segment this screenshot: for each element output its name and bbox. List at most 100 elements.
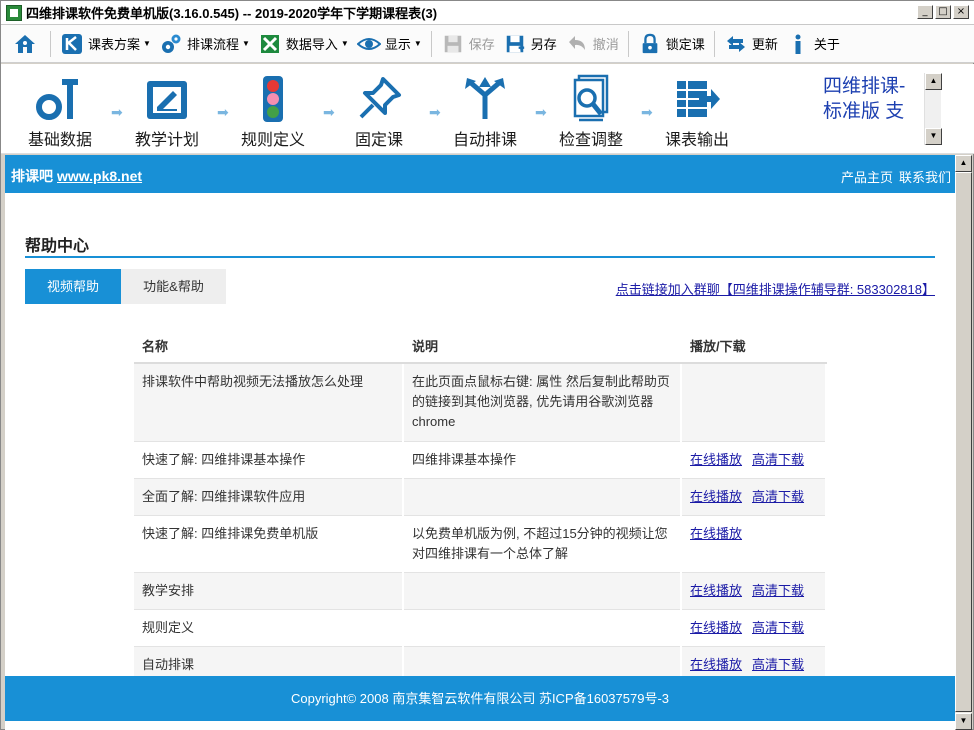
workflow-step-auto-schedule[interactable]: 自动排课 [440, 74, 530, 150]
toolbar-separator [50, 30, 51, 57]
workflow-step-fixed-lesson[interactable]: 固定课 [334, 74, 424, 150]
video-name: 规则定义 [134, 609, 404, 647]
hd-download-link[interactable]: 高清下载 [752, 489, 804, 504]
workflow-step-check-adjust[interactable]: 检查调整 [546, 74, 636, 150]
hd-download-link[interactable]: 高清下载 [752, 657, 804, 672]
play-online-link[interactable]: 在线播放 [690, 657, 742, 672]
video-actions: 在线播放 高清下载 [681, 572, 827, 610]
close-button[interactable]: × [953, 5, 969, 19]
scheduling-flow-label: 排课流程 [186, 37, 239, 52]
play-online-link[interactable]: 在线播放 [690, 526, 742, 541]
column-header: 名称 [134, 329, 404, 364]
video-name: 排课软件中帮助视频无法播放怎么处理 [134, 363, 404, 442]
undo-button[interactable]: 撤消 [561, 29, 623, 59]
video-name: 快速了解: 四维排课基本操作 [134, 441, 404, 479]
arrow-right-icon: ➡ [535, 104, 547, 120]
video-name: 全面了解: 四维排课软件应用 [134, 478, 404, 516]
workflow-step-rule-definition[interactable]: 规则定义 [228, 74, 318, 150]
video-actions: 在线播放 高清下载 [681, 478, 827, 516]
minimize-button[interactable]: _ [917, 5, 933, 19]
video-description [403, 572, 682, 610]
home-button[interactable] [9, 29, 45, 59]
save-label: 保存 [468, 37, 495, 52]
toolbar-separator [627, 30, 629, 57]
data-import-label: 数据导入 [285, 37, 338, 52]
workflow-step-label: 基础数据 [27, 132, 92, 149]
eye-icon [356, 32, 381, 56]
scroll-up-button[interactable]: ▲ [955, 155, 972, 172]
video-description: 四维排课基本操作 [403, 441, 682, 479]
title-divider [25, 256, 935, 258]
play-online-link[interactable]: 在线播放 [690, 620, 742, 635]
gears-icon [159, 32, 183, 56]
window-controls: _ □ × [917, 5, 969, 19]
video-actions: 在线播放 [681, 515, 827, 573]
hd-download-link[interactable]: 高清下载 [752, 620, 804, 635]
workflow-step-teaching-plan[interactable]: 教学计划 [122, 74, 212, 150]
maximize-button[interactable]: □ [935, 5, 951, 19]
video-name: 快速了解: 四维排课免费单机版 [134, 515, 404, 573]
contact-us-link[interactable]: 联系我们 [899, 170, 951, 185]
table-row: 教学安排 在线播放 高清下载 [134, 572, 827, 610]
schedule-plan-menu[interactable]: 课表方案 ▼ [56, 29, 155, 59]
display-menu[interactable]: 显示 ▼ [353, 29, 426, 59]
workflow-step-timetable-output[interactable]: 课表输出 [652, 74, 742, 150]
browser-bottom-area [5, 721, 955, 730]
play-online-link[interactable]: 在线播放 [690, 583, 742, 598]
home-icon [13, 32, 37, 56]
browser-scrollbar[interactable]: ▲ ▼ [955, 155, 972, 730]
scheduling-flow-menu[interactable]: 排课流程 ▼ [155, 29, 254, 59]
update-button[interactable]: 更新 [720, 29, 782, 59]
lock-lesson-label: 锁定课 [665, 37, 705, 52]
schedule-plan-label: 课表方案 [88, 37, 141, 52]
data-import-menu[interactable]: 数据导入 ▼ [254, 29, 353, 59]
wrench-bolt-icon [15, 74, 105, 124]
arrow-right-icon: ➡ [217, 104, 229, 120]
play-online-link[interactable]: 在线播放 [690, 489, 742, 504]
save-button[interactable]: 保存 [437, 29, 499, 59]
save-as-label: 另存 [530, 37, 557, 52]
video-description [403, 478, 682, 516]
save-as-icon [503, 32, 527, 56]
refresh-icon [724, 32, 748, 56]
arrow-right-icon: ➡ [111, 104, 123, 120]
tab-function-help[interactable]: 功能&帮助 [121, 269, 226, 304]
arrow-right-icon: ➡ [323, 104, 335, 120]
scroll-down-button[interactable]: ▼ [955, 713, 972, 730]
site-header: 排课吧 www.pk8.net 产品主页 联系我们 [5, 155, 955, 193]
about-label: 关于 [813, 37, 840, 52]
hd-download-link[interactable]: 高清下载 [752, 583, 804, 598]
scroll-up-button[interactable]: ▲ [925, 73, 942, 90]
workflow-step-label: 教学计划 [134, 132, 199, 149]
update-label: 更新 [751, 37, 778, 52]
table-export-icon [652, 74, 742, 124]
about-button[interactable]: 关于 [782, 29, 844, 59]
save-as-button[interactable]: 另存 [499, 29, 561, 59]
chevron-down-icon: ▼ [241, 39, 250, 48]
scroll-thumb[interactable] [955, 172, 972, 712]
workflow-step-label: 课表输出 [664, 132, 729, 149]
lock-lesson-button[interactable]: 锁定课 [634, 29, 709, 59]
excel-icon [258, 32, 282, 56]
video-actions [681, 363, 827, 442]
workflow-scrollbar[interactable]: ▲ ▼ [924, 73, 942, 145]
arrow-right-icon: ➡ [429, 104, 441, 120]
traffic-light-icon [228, 74, 318, 124]
undo-icon [565, 32, 589, 56]
info-icon [786, 32, 810, 56]
save-icon [441, 32, 465, 56]
chevron-down-icon: ▼ [413, 39, 422, 48]
video-actions: 在线播放 高清下载 [681, 609, 827, 647]
product-home-link[interactable]: 产品主页 [841, 170, 893, 185]
play-online-link[interactable]: 在线播放 [690, 452, 742, 467]
table-row: 排课软件中帮助视频无法播放怎么处理 在此页面点鼠标右键: 属性 然后复制此帮助页… [134, 363, 827, 442]
table-row: 全面了解: 四维排课软件应用 在线播放 高清下载 [134, 478, 827, 516]
scroll-down-button[interactable]: ▼ [925, 128, 942, 145]
workflow-step-basic-data[interactable]: 基础数据 [15, 74, 105, 150]
site-url-link[interactable]: www.pk8.net [57, 168, 142, 184]
hd-download-link[interactable]: 高清下载 [752, 452, 804, 467]
tab-video-help[interactable]: 视频帮助 [25, 269, 121, 304]
page-title: 帮助中心 [25, 238, 90, 255]
join-group-link[interactable]: 点击链接加入群聊【四维排课操作辅导群: 583302818】 [616, 279, 935, 298]
chevron-down-icon: ▼ [143, 39, 151, 48]
